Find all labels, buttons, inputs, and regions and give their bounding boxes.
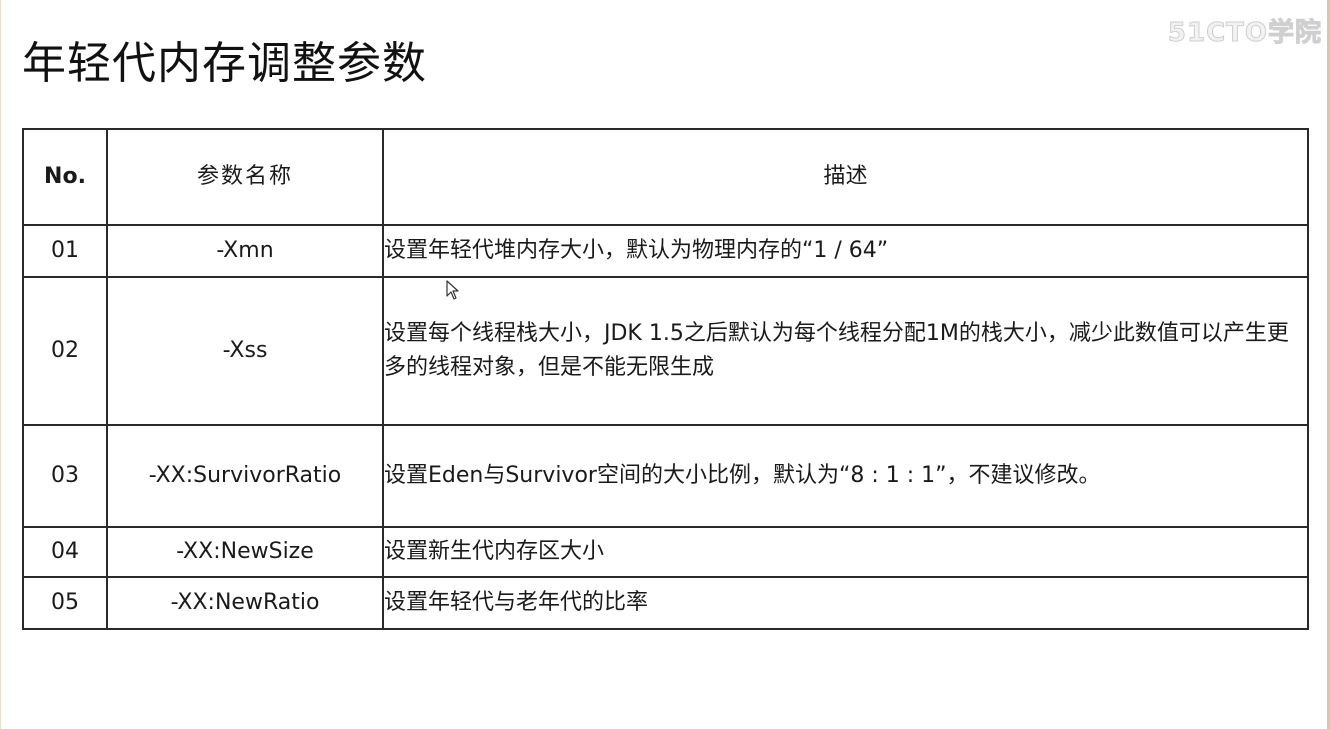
param-description: 设置年轻代堆内存大小，默认为物理内存的“1 / 64”: [382, 224, 1309, 278]
row-number: 03: [22, 424, 108, 528]
table-row: 03 -XX:SurvivorRatio 设置Eden与Survivor空间的大…: [22, 424, 1309, 528]
param-name: -XX:NewSize: [106, 526, 384, 578]
slide-left-border: [0, 0, 1, 729]
row-number: 01: [22, 224, 108, 278]
param-description: 设置Eden与Survivor空间的大小比例，默认为“8 : 1 : 1”，不建…: [382, 424, 1309, 528]
page-title: 年轻代内存调整参数: [22, 38, 427, 89]
parameter-table: No. 参数名称 描述 01 -Xmn 设置年轻代堆内存大小，默认为物理内存的“…: [22, 128, 1309, 630]
row-number: 05: [22, 576, 108, 630]
mouse-pointer-icon: [446, 280, 459, 300]
param-name: -XX:SurvivorRatio: [106, 424, 384, 528]
watermark-logo: 51CTO学院: [1167, 18, 1322, 49]
row-number: 02: [22, 276, 108, 426]
table-row: 02 -Xss 设置每个线程栈大小，JDK 1.5之后默认为每个线程分配1M的栈…: [22, 276, 1309, 426]
param-description: 设置每个线程栈大小，JDK 1.5之后默认为每个线程分配1M的栈大小，减少此数值…: [382, 276, 1309, 426]
header-description: 描述: [382, 128, 1309, 226]
param-description: 设置年轻代与老年代的比率: [382, 576, 1309, 630]
param-name: -Xmn: [106, 224, 384, 278]
param-description: 设置新生代内存区大小: [382, 526, 1309, 578]
table-row: 04 -XX:NewSize 设置新生代内存区大小: [22, 526, 1309, 578]
param-name: -Xss: [106, 276, 384, 426]
table-row: 01 -Xmn 设置年轻代堆内存大小，默认为物理内存的“1 / 64”: [22, 224, 1309, 278]
header-no: No.: [22, 128, 108, 226]
param-name: -XX:NewRatio: [106, 576, 384, 630]
table-row: 05 -XX:NewRatio 设置年轻代与老年代的比率: [22, 576, 1309, 630]
row-number: 04: [22, 526, 108, 578]
table-header-row: No. 参数名称 描述: [22, 128, 1309, 226]
header-param-name: 参数名称: [106, 128, 384, 226]
